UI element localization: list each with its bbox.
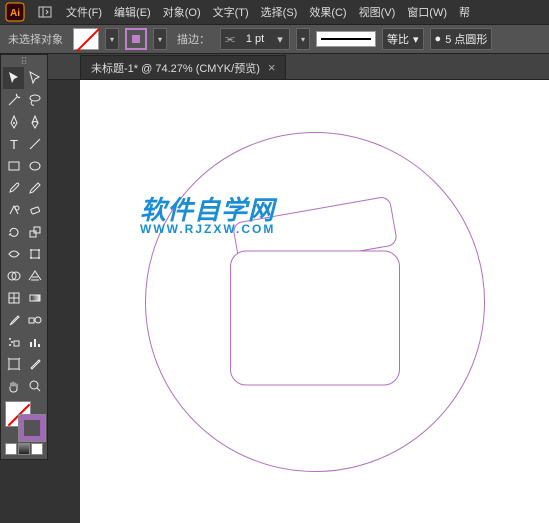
color-mode-none[interactable] — [31, 443, 43, 455]
stroke-profile-dropdown[interactable]: ▾ — [296, 28, 310, 50]
panel-toggle-icon[interactable] — [30, 5, 60, 19]
close-icon[interactable]: × — [268, 60, 276, 75]
artwork — [145, 132, 485, 472]
rotate-tool[interactable] — [3, 221, 24, 243]
fill-swatch[interactable] — [73, 28, 99, 50]
ellipse-tool[interactable] — [24, 155, 45, 177]
artwork-folder-body — [230, 251, 400, 386]
type-tool[interactable]: T — [3, 133, 24, 155]
app-logo: Ai — [0, 0, 30, 24]
document-tab-strip: 未标题-1* @ 74.27% (CMYK/预览) × — [0, 54, 549, 80]
perspective-grid-tool[interactable] — [24, 265, 45, 287]
brush-stroke-preview[interactable] — [316, 31, 376, 47]
slice-tool[interactable] — [24, 353, 45, 375]
rectangle-tool[interactable] — [3, 155, 24, 177]
svg-text:T: T — [10, 137, 18, 152]
blend-tool[interactable] — [24, 309, 45, 331]
zoom-tool[interactable] — [24, 375, 45, 397]
stroke-dropdown[interactable]: ▾ — [153, 28, 167, 50]
pencil-tool[interactable] — [24, 177, 45, 199]
menu-bar: Ai 文件(F) 编辑(E) 对象(O) 文字(T) 选择(S) 效果(C) 视… — [0, 0, 549, 24]
artboard-tool[interactable] — [3, 353, 24, 375]
menu-select[interactable]: 选择(S) — [255, 4, 304, 20]
stroke-label: 描边： — [173, 31, 214, 47]
free-transform-tool[interactable] — [24, 243, 45, 265]
document-tab-title: 未标题-1* @ 74.27% (CMYK/预览) — [91, 60, 260, 76]
gradient-tool[interactable] — [24, 287, 45, 309]
eraser-tool[interactable] — [24, 199, 45, 221]
color-mode-solid[interactable] — [5, 443, 17, 455]
panel-grab-handle[interactable]: ⠿ — [3, 57, 45, 67]
lasso-tool[interactable] — [24, 89, 45, 111]
menu-object[interactable]: 对象(O) — [157, 4, 207, 20]
line-segment-tool[interactable] — [24, 133, 45, 155]
fill-stroke-indicator[interactable] — [3, 401, 47, 441]
canvas[interactable]: 软件自学网 WWW.RJZXW.COM — [80, 80, 549, 523]
scale-tool[interactable] — [24, 221, 45, 243]
toolbox: ⠿ T — [0, 54, 48, 460]
menu-effect[interactable]: 效果(C) — [303, 4, 352, 20]
chevron-down-icon: ▾ — [413, 33, 419, 46]
watermark-url: WWW.RJZXW.COM — [140, 222, 275, 236]
eyedropper-tool[interactable] — [3, 309, 24, 331]
magic-wand-tool[interactable] — [3, 89, 24, 111]
menu-edit[interactable]: 编辑(E) — [108, 4, 157, 20]
menu-view[interactable]: 视图(V) — [353, 4, 402, 20]
mesh-tool[interactable] — [3, 287, 24, 309]
menu-file[interactable]: 文件(F) — [60, 4, 108, 20]
hand-tool[interactable] — [3, 375, 24, 397]
stroke-width-value: 1 pt — [239, 33, 271, 45]
stroke-color-box[interactable] — [19, 415, 45, 441]
shaper-tool[interactable] — [3, 199, 24, 221]
shape-builder-tool[interactable] — [3, 265, 24, 287]
document-tab[interactable]: 未标题-1* @ 74.27% (CMYK/预览) × — [80, 55, 286, 79]
link-icon: ⫘ — [221, 33, 239, 46]
options-bar: 未选择对象 ▾ ▾ 描边： ⫘ 1 pt ▾ ▾ 等比▾ ●5 点圆形 — [0, 24, 549, 54]
scale-mode-select[interactable]: 等比▾ — [382, 28, 424, 50]
stroke-width-stepper[interactable]: ⫘ 1 pt ▾ — [220, 28, 290, 50]
column-graph-tool[interactable] — [24, 331, 45, 353]
curvature-pen-tool[interactable] — [24, 111, 45, 133]
direct-selection-tool[interactable] — [24, 67, 45, 89]
pen-tool[interactable] — [3, 111, 24, 133]
chevron-down-icon: ▾ — [271, 33, 289, 46]
selection-status: 未选择对象 — [4, 31, 67, 47]
svg-text:Ai: Ai — [10, 8, 20, 19]
brush-preset-select[interactable]: ●5 点圆形 — [430, 28, 493, 50]
width-tool[interactable] — [3, 243, 24, 265]
symbol-sprayer-tool[interactable] — [3, 331, 24, 353]
artwork-circle — [145, 132, 485, 472]
selection-tool[interactable] — [3, 67, 24, 89]
menu-type[interactable]: 文字(T) — [207, 4, 255, 20]
stroke-swatch[interactable] — [125, 28, 147, 50]
menu-help[interactable]: 帮 — [453, 4, 476, 20]
color-mode-gradient[interactable] — [18, 443, 30, 455]
paintbrush-tool[interactable] — [3, 177, 24, 199]
menu-window[interactable]: 窗口(W) — [401, 4, 453, 20]
fill-dropdown[interactable]: ▾ — [105, 28, 119, 50]
